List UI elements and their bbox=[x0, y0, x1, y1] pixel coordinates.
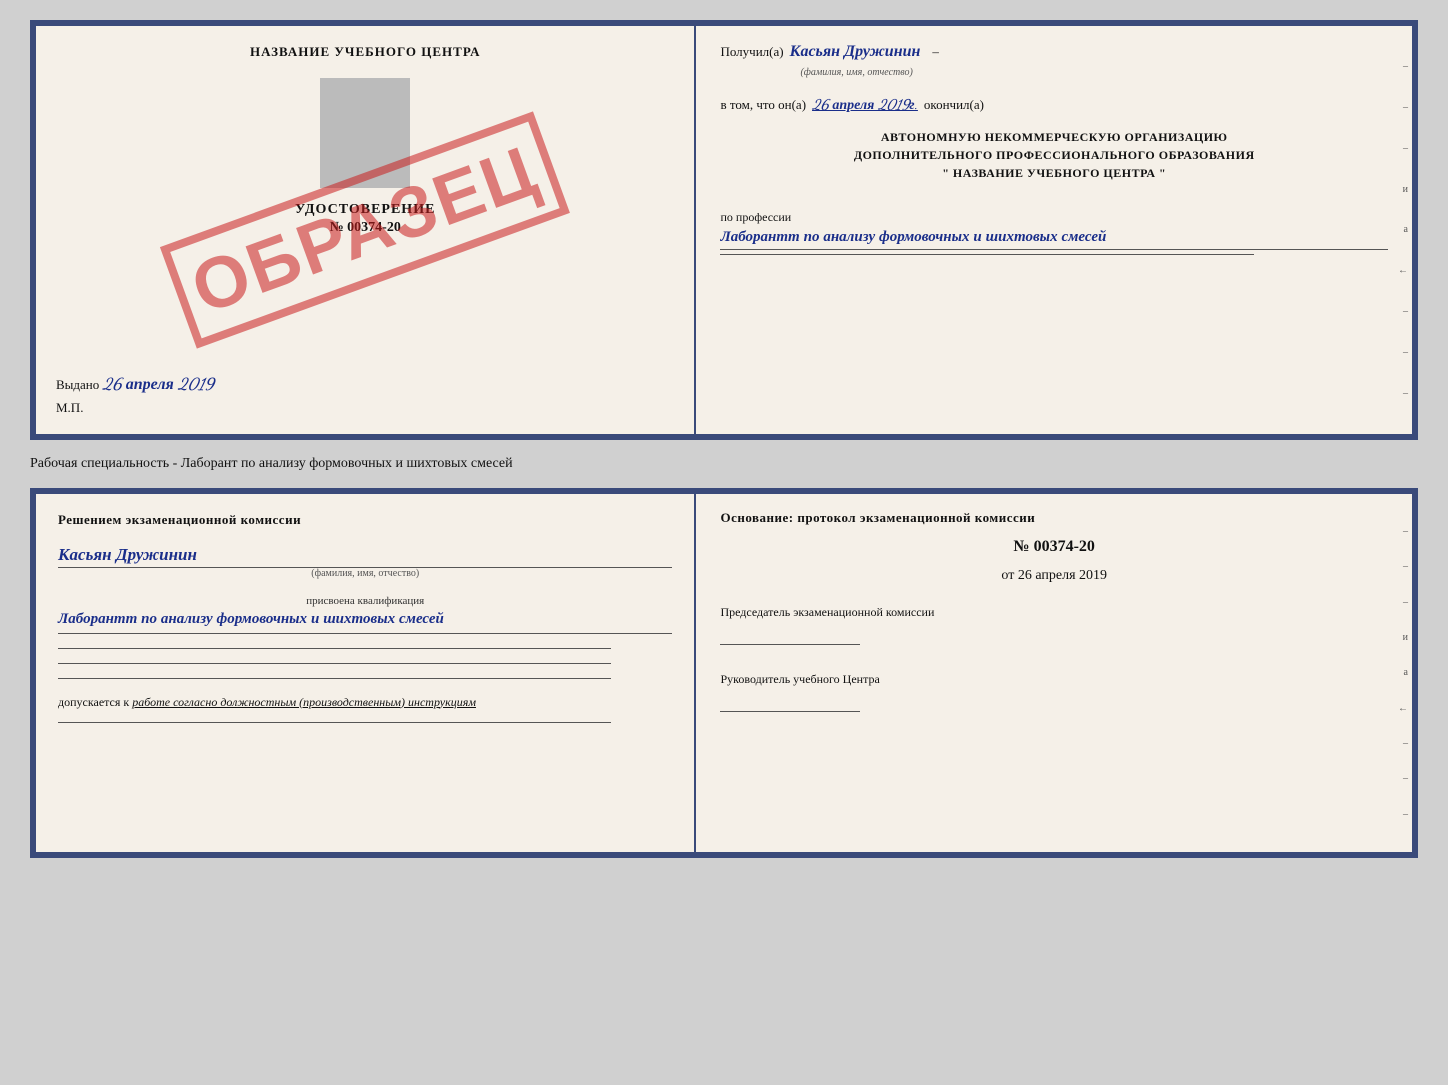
ot-label: от bbox=[1001, 568, 1014, 583]
komissia-header: Решением экзаменационной комиссии bbox=[58, 512, 672, 528]
protocol-date-value: 26 апреля 2019 bbox=[1018, 568, 1107, 583]
prisvoena-label: присвоена квалификация bbox=[58, 595, 672, 607]
profession-text: Лаборантт по анализу формовочных и шихто… bbox=[720, 225, 1388, 250]
bottom-familiya-label: (фамилия, имя, отчество) bbox=[58, 568, 672, 579]
formal-line3: " НАЗВАНИЕ УЧЕБНОГО ЦЕНТРА " bbox=[720, 164, 1388, 182]
page-wrapper: НАЗВАНИЕ УЧЕБНОГО ЦЕНТРА УДОСТОВЕРЕНИЕ №… bbox=[0, 0, 1448, 1085]
right-margin-lines: – – – и а ← – – – bbox=[1384, 26, 1412, 434]
vydano-date: 26 апреля 2019 bbox=[103, 375, 214, 394]
vtom-label: в том, что он(а) bbox=[720, 97, 806, 113]
vydano-line: Выдано 26 апреля 2019 bbox=[56, 375, 674, 394]
caption: Рабочая специальность - Лаборант по анал… bbox=[30, 454, 1418, 474]
bottom-right-margin: – – – и а ← – – – bbox=[1384, 494, 1412, 852]
protocol-date: от 26 апреля 2019 bbox=[720, 568, 1388, 584]
mp-line: М.П. bbox=[56, 400, 674, 416]
bottom-document: Решением экзаменационной комиссии Касьян… bbox=[30, 488, 1418, 858]
vydano-label: Выдано bbox=[56, 377, 99, 392]
poluchil-row: Получил(а) Касьян Дружинин – bbox=[720, 42, 1388, 61]
nomer-label: № 00374-20 bbox=[330, 220, 401, 236]
predsedatel-sign-line bbox=[720, 625, 860, 645]
bottom-doc-right: Основание: протокол экзаменационной коми… bbox=[696, 494, 1412, 852]
profession-label: по профессии bbox=[720, 210, 1388, 225]
formal-text-block: АВТОНОМНУЮ НЕКОММЕРЧЕСКУЮ ОРГАНИЗАЦИЮ ДО… bbox=[720, 128, 1388, 182]
protocol-number: № 00374-20 bbox=[720, 538, 1388, 556]
vtom-row: в том, что он(а) 26 апреля 2019г. окончи… bbox=[720, 96, 1388, 114]
formal-line1: АВТОНОМНУЮ НЕКОММЕРЧЕСКУЮ ОРГАНИЗАЦИЮ bbox=[720, 128, 1388, 146]
vtom-date: 26 апреля 2019г. bbox=[812, 96, 918, 114]
top-doc-right: Получил(а) Касьян Дружинин – (фамилия, и… bbox=[696, 26, 1412, 434]
profession-section: по профессии Лаборантт по анализу формов… bbox=[720, 204, 1388, 255]
predsedatel-block: Председатель экзаменационной комиссии bbox=[720, 604, 1388, 649]
okonchil-label: окончил(а) bbox=[924, 97, 984, 113]
bottom-name: Касьян Дружинин bbox=[58, 544, 197, 565]
rukovoditel-title: Руководитель учебного Центра bbox=[720, 671, 1388, 688]
familiya-subtitle: (фамилия, имя, отчество) bbox=[800, 67, 1388, 78]
qualification-text: Лаборантт по анализу формовочных и шихто… bbox=[58, 607, 672, 634]
photo-placeholder bbox=[320, 78, 410, 188]
dopuskaetsya-label: допускается к bbox=[58, 695, 129, 709]
udostoverenie-label: УДОСТОВЕРЕНИЕ bbox=[295, 202, 435, 218]
rukovoditel-block: Руководитель учебного Центра bbox=[720, 671, 1388, 716]
top-left-title: НАЗВАНИЕ УЧЕБНОГО ЦЕНТРА bbox=[250, 44, 481, 60]
top-doc-left: НАЗВАНИЕ УЧЕБНОГО ЦЕНТРА УДОСТОВЕРЕНИЕ №… bbox=[36, 26, 696, 434]
qualification-block: присвоена квалификация Лаборантт по анал… bbox=[58, 595, 672, 634]
rukovoditel-sign-line bbox=[720, 692, 860, 712]
osnovanie-text: Основание: протокол экзаменационной коми… bbox=[720, 510, 1388, 526]
formal-line2: ДОПОЛНИТЕЛЬНОГО ПРОФЕССИОНАЛЬНОГО ОБРАЗО… bbox=[720, 146, 1388, 164]
poluchil-name: Касьян Дружинин bbox=[790, 42, 921, 61]
dopuskaetsya-block: допускается к работе согласно должностны… bbox=[58, 695, 672, 710]
poluchil-label: Получил(а) bbox=[720, 44, 783, 60]
dopuskaetsya-text: работе согласно должностным (производств… bbox=[132, 695, 476, 709]
top-document: НАЗВАНИЕ УЧЕБНОГО ЦЕНТРА УДОСТОВЕРЕНИЕ №… bbox=[30, 20, 1418, 440]
name-block: Касьян Дружинин (фамилия, имя, отчество) bbox=[58, 544, 672, 579]
bottom-doc-left: Решением экзаменационной комиссии Касьян… bbox=[36, 494, 696, 852]
predsedatel-title: Председатель экзаменационной комиссии bbox=[720, 604, 1388, 621]
